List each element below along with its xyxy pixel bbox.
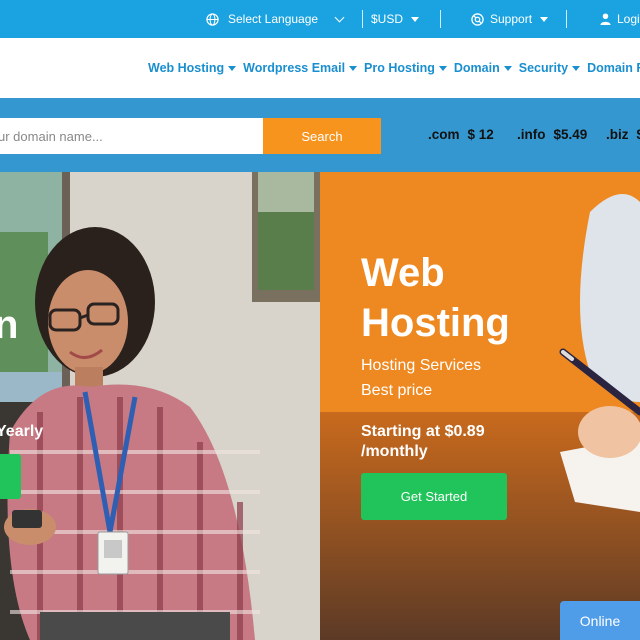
search-button[interactable]: Search — [263, 118, 381, 154]
tld-ext: .com — [428, 127, 460, 142]
hero-left-cta-button[interactable] — [0, 454, 21, 499]
divider — [566, 10, 567, 28]
hero-subtitle-line1: Hosting Services — [361, 357, 482, 374]
language-selector[interactable]: Select Language — [206, 0, 345, 38]
tld-price: $5.49 — [553, 127, 588, 142]
nav-item-label: Pro Hosting — [364, 61, 435, 75]
nav-item-web-hosting[interactable]: Web Hosting — [148, 61, 237, 75]
hero-photo-writing-hand — [320, 172, 640, 640]
caret-down-icon — [540, 16, 549, 22]
caret-down-icon — [438, 65, 447, 71]
hero-title-line1: Web — [361, 251, 445, 295]
top-utility-bar: Select Language $USD Support Logi — [0, 0, 640, 38]
nav-item-security[interactable]: Security — [518, 61, 581, 75]
hero-slide-left: n Yearly — [0, 172, 320, 640]
tld-price: $ — [637, 127, 640, 142]
hero-title: Web Hosting — [361, 248, 510, 348]
get-started-button[interactable]: Get Started — [361, 473, 507, 520]
chevron-down-icon — [334, 12, 345, 22]
hero-left-pricing-fragment: Yearly — [0, 423, 44, 440]
tld-price-info: .info $5.49 — [517, 127, 587, 142]
hero-left-headline-fragment: n — [0, 303, 19, 347]
hero-price-text: Starting at $0.89 /monthly — [361, 423, 485, 460]
nav-item-label: Domain — [453, 61, 500, 75]
tld-price-com: .com $ 12 — [428, 127, 494, 142]
main-navbar: Web Hosting Wordpress Email Pro Hosting … — [0, 38, 640, 98]
globe-icon — [206, 12, 219, 26]
nav-item-label: Wordpress Email — [243, 61, 346, 75]
hero-subtitle-line2: Best price — [361, 382, 433, 399]
hero-title-line2: Hosting — [361, 301, 510, 345]
nav-menu: Web Hosting Wordpress Email Pro Hosting … — [148, 38, 640, 98]
nav-item-label: Web Hosting — [148, 61, 225, 75]
caret-down-icon — [503, 65, 512, 71]
domain-search-input[interactable] — [0, 118, 264, 154]
support-menu[interactable]: Support — [471, 0, 549, 38]
support-icon — [471, 12, 484, 26]
caret-down-icon — [228, 65, 237, 71]
nav-item-domain[interactable]: Domain — [454, 61, 512, 75]
tld-price-biz: .biz $ — [606, 127, 640, 142]
live-chat-online-badge[interactable]: Online — [560, 601, 640, 640]
nav-item-domain-reseller[interactable]: Domain R — [587, 61, 640, 75]
login-label: Logi — [617, 12, 640, 26]
currency-selector[interactable]: $USD — [371, 0, 420, 38]
hero-photo-woman — [0, 172, 320, 640]
nav-item-wordpress-email[interactable]: Wordpress Email — [243, 61, 358, 75]
nav-item-pro-hosting[interactable]: Pro Hosting — [364, 61, 447, 75]
hero-slide-right — [320, 172, 640, 640]
tld-ext: .info — [517, 127, 546, 142]
user-icon — [600, 13, 611, 25]
domain-search-bar: Search .com $ 12 .info $5.49 .biz $ — [0, 98, 640, 172]
login-link[interactable]: Logi — [600, 0, 640, 38]
caret-down-icon — [572, 65, 581, 71]
tld-ext: .biz — [606, 127, 629, 142]
currency-label: $USD — [371, 12, 404, 26]
nav-item-label: Security — [518, 61, 569, 75]
support-label: Support — [490, 12, 533, 26]
tld-price: $ 12 — [467, 127, 494, 142]
divider — [362, 10, 363, 28]
caret-down-icon — [349, 65, 358, 71]
caret-down-icon — [411, 16, 420, 22]
hero-slider: n Yearly Web Hosting Hosting Services Be… — [0, 172, 640, 640]
divider — [440, 10, 441, 28]
nav-item-label: Domain R — [587, 61, 640, 75]
language-label: Select Language — [228, 12, 319, 26]
